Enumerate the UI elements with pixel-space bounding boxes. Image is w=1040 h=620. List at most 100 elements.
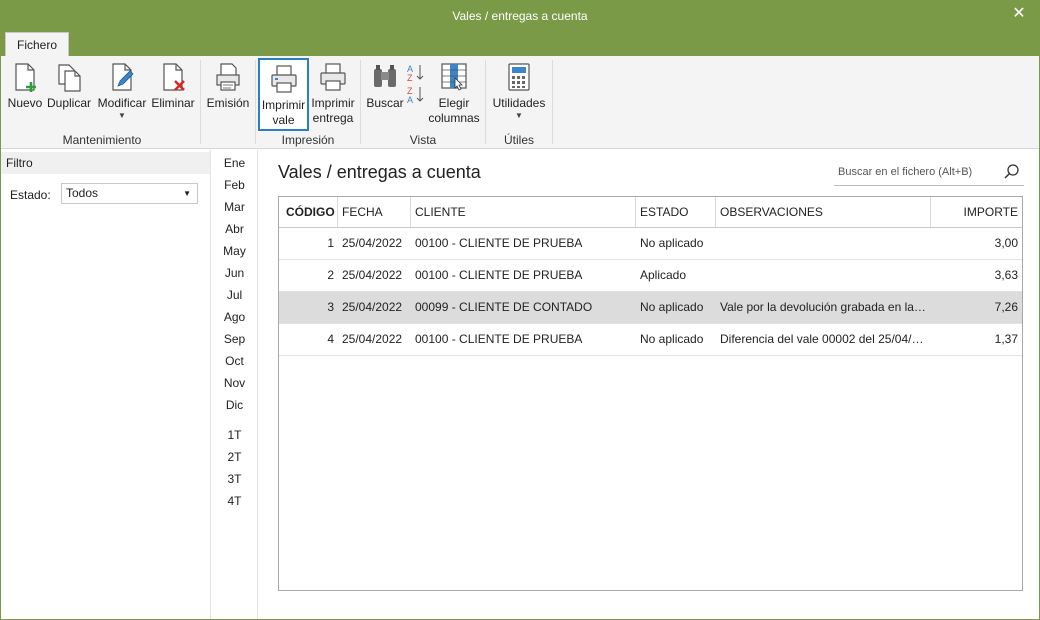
month-feb[interactable]: Feb — [212, 178, 257, 192]
nuevo-button[interactable]: Nuevo — [7, 61, 43, 111]
table-row[interactable]: 2 25/04/2022 00100 - CLIENTE DE PRUEBA A… — [279, 260, 1022, 292]
modificar-label: Modificar — [97, 96, 147, 110]
cell-codigo: 3 — [327, 300, 334, 314]
month-nov[interactable]: Nov — [212, 376, 257, 390]
title-bar: Vales / entregas a cuenta ✕ Fichero — [1, 1, 1039, 57]
cell-fecha: 25/04/2022 — [342, 300, 403, 314]
search-icon[interactable] — [1002, 162, 1022, 182]
cell-estado: No aplicado — [640, 332, 704, 346]
cell-fecha: 25/04/2022 — [342, 268, 403, 282]
column-header-cliente[interactable]: CLIENTE — [411, 197, 636, 227]
cell-importe: 1,37 — [994, 332, 1018, 346]
app-window: Vales / entregas a cuenta ✕ Fichero Nuev… — [0, 0, 1040, 620]
imprimir-entrega-label-1: Imprimir — [311, 96, 355, 110]
cell-codigo: 4 — [327, 332, 334, 346]
estado-value: Todos — [66, 186, 99, 200]
estado-label: Estado: — [10, 188, 51, 202]
ribbon-separator — [552, 60, 553, 144]
month-ene[interactable]: Ene — [212, 156, 257, 170]
cell-codigo: 1 — [327, 236, 334, 250]
month-dic[interactable]: Dic — [212, 398, 257, 412]
svg-text:Z: Z — [407, 73, 413, 83]
month-may[interactable]: May — [212, 244, 257, 258]
cell-observaciones — [716, 228, 931, 259]
month-mar[interactable]: Mar — [212, 200, 257, 214]
utilidades-label: Utilidades — [492, 96, 546, 110]
eliminar-label: Eliminar — [151, 96, 195, 110]
cell-fecha: 25/04/2022 — [342, 236, 403, 250]
month-jun[interactable]: Jun — [212, 266, 257, 280]
cell-estado: No aplicado — [640, 236, 704, 250]
duplicate-icon — [58, 64, 81, 92]
imprimir-vale-label-1: Imprimir — [261, 98, 306, 112]
duplicar-label: Duplicar — [46, 96, 91, 110]
group-label-mantenimiento: Mantenimiento — [62, 133, 142, 147]
cell-codigo: 2 — [327, 268, 334, 282]
utilidades-button[interactable]: Utilidades ▼ — [490, 61, 548, 121]
sort-az-icon: A Z Z A — [407, 64, 424, 105]
column-header-observaciones[interactable]: OBSERVACIONES — [716, 197, 931, 227]
table-row[interactable]: 1 25/04/2022 00100 - CLIENTE DE PRUEBA N… — [279, 228, 1022, 260]
search-input[interactable] — [834, 162, 994, 182]
emission-printer-icon — [216, 63, 240, 91]
group-label-vista: Vista — [409, 133, 437, 147]
table-row[interactable]: 3 25/04/2022 00099 - CLIENTE DE CONTADO … — [279, 292, 1022, 324]
ribbon-separator — [200, 60, 201, 144]
delete-document-icon — [163, 63, 185, 91]
main-content: Vales / entregas a cuenta CÓDIGO FECHA C… — [259, 150, 1039, 619]
filter-header: Filtro — [1, 152, 210, 174]
data-table: CÓDIGO FECHA CLIENTE ESTADO OBSERVACIONE… — [278, 196, 1023, 591]
month-panel: Ene Feb Mar Abr May Jun Jul Ago Sep Oct … — [212, 150, 258, 619]
month-ago[interactable]: Ago — [212, 310, 257, 324]
imprimir-vale-button[interactable]: Imprimir vale — [258, 58, 309, 131]
cell-observaciones — [716, 260, 931, 291]
cell-fecha: 25/04/2022 — [342, 332, 403, 346]
column-header-fecha[interactable]: FECHA — [338, 197, 411, 227]
binoculars-icon — [374, 65, 396, 87]
tab-fichero[interactable]: Fichero — [5, 32, 69, 57]
close-button[interactable]: ✕ — [1007, 4, 1031, 24]
table-row[interactable]: 4 25/04/2022 00100 - CLIENTE DE PRUEBA N… — [279, 324, 1022, 356]
imprimir-vale-label-2: vale — [272, 113, 295, 127]
edit-document-icon — [112, 63, 134, 91]
column-header-importe[interactable]: IMPORTE — [931, 197, 1022, 227]
duplicar-button[interactable]: Duplicar — [46, 61, 92, 111]
imprimir-entrega-label-2: entrega — [312, 111, 354, 125]
month-jul[interactable]: Jul — [212, 288, 257, 302]
calculator-icon — [508, 63, 530, 91]
table-header: CÓDIGO FECHA CLIENTE ESTADO OBSERVACIONE… — [279, 197, 1022, 228]
search-box — [834, 160, 1024, 186]
buscar-label: Buscar — [366, 96, 404, 110]
elegir-columnas-button[interactable]: Elegir columnas — [428, 61, 480, 126]
quarter-3t[interactable]: 3T — [212, 472, 257, 486]
cell-cliente: 00100 - CLIENTE DE PRUEBA — [415, 332, 583, 346]
quarter-1t[interactable]: 1T — [212, 428, 257, 442]
printer-icon — [320, 63, 346, 91]
eliminar-button[interactable]: Eliminar — [151, 61, 195, 111]
page-title: Vales / entregas a cuenta — [278, 162, 481, 182]
month-oct[interactable]: Oct — [212, 354, 257, 368]
group-label-utiles: Útiles — [503, 133, 534, 147]
quarter-4t[interactable]: 4T — [212, 494, 257, 508]
cell-importe: 3,00 — [994, 236, 1018, 250]
elegir-columnas-label-2: columnas — [428, 111, 480, 125]
cell-importe: 7,26 — [994, 300, 1018, 314]
quarter-2t[interactable]: 2T — [212, 450, 257, 464]
ribbon-separator — [360, 60, 361, 144]
ribbon-separator — [485, 60, 486, 144]
column-header-codigo[interactable]: CÓDIGO — [279, 197, 338, 227]
imprimir-entrega-button[interactable]: Imprimir entrega — [310, 61, 356, 126]
column-header-estado[interactable]: ESTADO — [636, 197, 716, 227]
estado-select[interactable]: Todos ▼ — [61, 183, 198, 204]
buscar-button[interactable]: Buscar — [365, 61, 405, 111]
sort-button[interactable]: A Z Z A — [405, 61, 427, 105]
modificar-button[interactable]: Modificar ▼ — [96, 61, 148, 121]
nuevo-label: Nuevo — [7, 96, 43, 110]
emision-label: Emisión — [206, 96, 250, 110]
month-sep[interactable]: Sep — [212, 332, 257, 346]
emision-button[interactable]: Emisión — [205, 61, 251, 111]
new-document-icon — [15, 63, 36, 92]
utilidades-dropdown-icon: ▼ — [515, 111, 523, 120]
month-abr[interactable]: Abr — [212, 222, 257, 236]
columns-icon — [441, 63, 467, 91]
